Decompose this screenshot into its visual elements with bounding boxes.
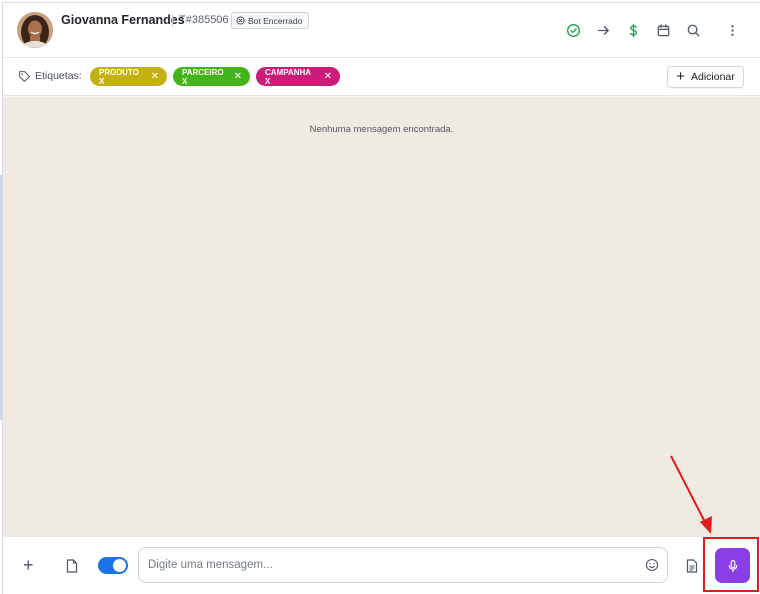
tag-produto-x[interactable]: PRODUTO X ✕ bbox=[90, 67, 167, 86]
arrow-right-icon[interactable] bbox=[594, 21, 612, 39]
bot-status-icon bbox=[236, 16, 245, 25]
ticket-id: T#385506 bbox=[179, 14, 229, 26]
chat-header: Giovanna Fernandes T#385506 Bot Encerrad… bbox=[3, 3, 760, 58]
tag-label: PARCEIRO X bbox=[182, 67, 224, 86]
empty-state-message: Nenhuma mensagem encontrada. bbox=[309, 124, 454, 135]
tags-bar: Etiquetas: PRODUTO X ✕ PARCEIRO X ✕ CAMP… bbox=[3, 58, 760, 96]
message-area: Nenhuma mensagem encontrada. bbox=[3, 97, 760, 536]
add-attachment-icon[interactable]: + bbox=[23, 556, 34, 574]
message-composer: + bbox=[3, 536, 760, 594]
message-input-box bbox=[138, 547, 668, 583]
plus-icon: + bbox=[676, 68, 685, 85]
emoji-icon[interactable] bbox=[645, 558, 659, 572]
bot-status-label: Bot Encerrado bbox=[248, 15, 303, 26]
avatar[interactable] bbox=[17, 12, 53, 48]
file-icon[interactable] bbox=[66, 559, 78, 573]
remove-tag-icon[interactable]: ✕ bbox=[151, 71, 159, 82]
left-edge-strip bbox=[0, 175, 2, 420]
tag-parceiro-x[interactable]: PARCEIRO X ✕ bbox=[173, 67, 250, 86]
toggle-knob bbox=[113, 559, 126, 572]
add-tag-label: Adicionar bbox=[690, 71, 735, 83]
tag-label: CAMPANHA X bbox=[265, 67, 311, 86]
message-input[interactable] bbox=[139, 548, 629, 582]
tag-label: PRODUTO X bbox=[99, 67, 139, 86]
document-text-icon[interactable] bbox=[686, 559, 698, 573]
annotation-highlight-box bbox=[703, 537, 759, 592]
dollar-sign-icon[interactable] bbox=[624, 21, 642, 39]
contact-name: Giovanna Fernandes bbox=[61, 13, 185, 27]
bot-status-badge: Bot Encerrado bbox=[231, 12, 310, 29]
check-circle-icon[interactable] bbox=[564, 21, 582, 39]
header-divider bbox=[172, 15, 173, 27]
tag-icon bbox=[19, 71, 30, 82]
tags-label: Etiquetas: bbox=[35, 70, 82, 82]
signature-toggle[interactable] bbox=[98, 557, 128, 574]
remove-tag-icon[interactable]: ✕ bbox=[234, 71, 242, 82]
calendar-icon[interactable] bbox=[654, 21, 672, 39]
remove-tag-icon[interactable]: ✕ bbox=[324, 71, 332, 82]
add-tag-button[interactable]: + Adicionar bbox=[667, 66, 744, 88]
tag-campanha-x[interactable]: CAMPANHA X ✕ bbox=[256, 67, 340, 86]
more-vertical-icon[interactable] bbox=[723, 21, 741, 39]
search-icon[interactable] bbox=[684, 21, 702, 39]
